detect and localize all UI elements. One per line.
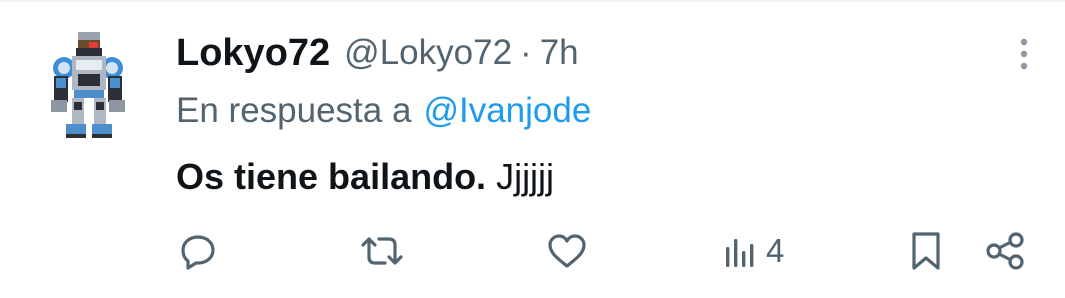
reply-mention-link[interactable]: @Ivanjode bbox=[423, 91, 591, 131]
tweet-text: Os tiene bailando. Jjjjjj bbox=[176, 152, 554, 202]
views-count: 4 bbox=[766, 232, 785, 269]
bookmark-icon bbox=[912, 232, 940, 270]
bookmark-button[interactable] bbox=[908, 226, 944, 276]
robot-avatar-icon bbox=[51, 32, 125, 138]
more-options-button[interactable] bbox=[1012, 36, 1036, 76]
heart-icon bbox=[548, 234, 586, 268]
reply-button[interactable] bbox=[178, 226, 218, 276]
share-icon bbox=[986, 232, 1024, 270]
share-button[interactable] bbox=[984, 226, 1028, 276]
user-handle[interactable]: @Lokyo72 bbox=[344, 33, 512, 73]
avatar[interactable] bbox=[48, 30, 128, 140]
top-divider bbox=[0, 0, 1065, 2]
tweet-text-rest: Jjjjjj bbox=[486, 156, 555, 197]
retweet-button[interactable] bbox=[357, 226, 407, 276]
more-vertical-icon bbox=[1020, 38, 1028, 70]
reply-context: En respuesta a @Ivanjode bbox=[176, 86, 591, 136]
retweet-icon bbox=[361, 237, 403, 265]
like-button[interactable] bbox=[546, 226, 588, 276]
views-button[interactable]: 4 bbox=[722, 226, 784, 276]
reply-prefix: En respuesta a bbox=[176, 91, 412, 130]
separator-dot: · bbox=[520, 33, 532, 72]
bar-chart-icon bbox=[726, 239, 754, 267]
tweet-text-bold: Os tiene bailando. bbox=[176, 156, 487, 197]
timestamp[interactable]: 7h bbox=[540, 33, 579, 73]
comment-bubble-icon bbox=[181, 235, 215, 270]
tweet-header: Lokyo72 @Lokyo72 · 7h bbox=[176, 28, 579, 78]
display-name[interactable]: Lokyo72 bbox=[176, 32, 330, 75]
